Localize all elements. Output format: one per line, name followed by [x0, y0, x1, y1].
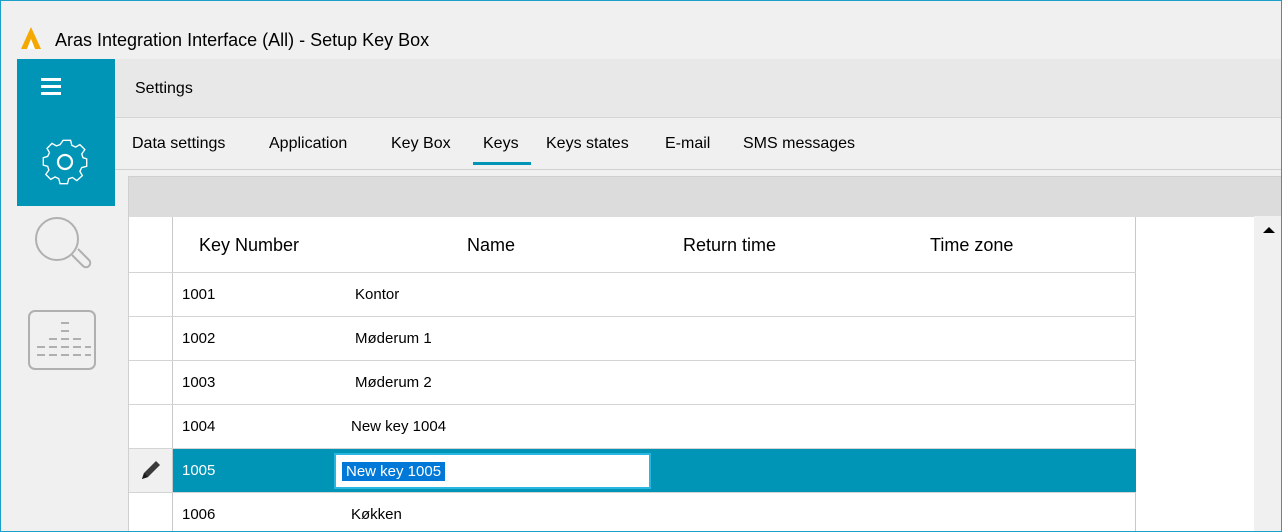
title-bar: Aras Integration Interface (All) - Setup…: [1, 1, 1281, 59]
table-row[interactable]: 1001 Kontor: [129, 272, 1136, 317]
column-header-name[interactable]: Name: [467, 235, 515, 256]
tab-keys-states[interactable]: Keys states: [546, 135, 629, 153]
sidebar: [17, 59, 115, 531]
column-header-key-number[interactable]: Key Number: [199, 235, 299, 256]
scroll-up-arrow-icon[interactable]: [1263, 227, 1275, 233]
sidebar-item-search[interactable]: [17, 211, 115, 289]
app-window: Aras Integration Interface (All) - Setup…: [0, 0, 1282, 532]
aras-logo-icon: [21, 27, 41, 49]
key-name-cell[interactable]: Møderum 1: [355, 330, 432, 347]
row-header[interactable]: [129, 493, 173, 531]
key-name-cell[interactable]: Køkken: [351, 506, 402, 523]
table-row[interactable]: 1006 Køkken: [129, 492, 1136, 531]
key-name-cell[interactable]: Møderum 2: [355, 374, 432, 391]
settings-tabs: Data settings Application Key Box Keys K…: [115, 118, 1281, 170]
breadcrumb: Settings: [135, 80, 193, 97]
column-header-return-time[interactable]: Return time: [683, 235, 776, 256]
search-icon: [35, 217, 92, 269]
table-row[interactable]: 1004 New key 1004: [129, 404, 1136, 449]
table-row[interactable]: 1002 Møderum 1: [129, 316, 1136, 361]
key-name-cell[interactable]: New key 1004: [351, 418, 446, 435]
row-header[interactable]: [129, 361, 173, 405]
vertical-scrollbar[interactable]: [1254, 216, 1281, 531]
row-header[interactable]: [129, 449, 173, 493]
key-number-cell[interactable]: 1002: [182, 330, 215, 347]
key-number-cell[interactable]: 1001: [182, 286, 215, 303]
sidebar-item-report[interactable]: [17, 297, 115, 377]
row-header[interactable]: [129, 273, 173, 317]
gear-icon: [42, 139, 88, 185]
hamburger-menu-icon: [41, 85, 61, 88]
tab-key-box[interactable]: Key Box: [391, 135, 451, 153]
key-number-cell[interactable]: 1004: [182, 418, 215, 435]
keys-grid[interactable]: Key Number Name Return time Time zone 10…: [129, 217, 1136, 531]
pencil-edit-icon: [142, 461, 160, 479]
key-name-edit-field[interactable]: New key 1005: [334, 453, 651, 489]
key-number-cell[interactable]: 1005: [182, 462, 215, 479]
hamburger-menu-icon: [41, 92, 61, 95]
row-header[interactable]: [129, 317, 173, 361]
key-name-selected-text[interactable]: New key 1005: [342, 462, 446, 481]
column-header-time-zone[interactable]: Time zone: [930, 235, 1013, 256]
table-row-selected[interactable]: 1005 New key 1005: [129, 448, 1136, 493]
tab-e-mail[interactable]: E-mail: [665, 135, 710, 153]
window-title: Aras Integration Interface (All) - Setup…: [55, 30, 430, 50]
keys-panel: Key Number Name Return time Time zone 10…: [128, 176, 1281, 531]
hamburger-menu-icon: [41, 78, 61, 81]
tab-application[interactable]: Application: [269, 135, 347, 153]
row-header[interactable]: [129, 405, 173, 449]
tab-keys[interactable]: Keys: [473, 135, 531, 165]
tab-sms-messages[interactable]: SMS messages: [743, 135, 855, 153]
key-number-cell[interactable]: 1003: [182, 374, 215, 391]
sidebar-item-settings[interactable]: [17, 118, 115, 206]
tab-data-settings[interactable]: Data settings: [132, 135, 225, 153]
breadcrumb-bar: Settings: [115, 59, 1281, 118]
hamburger-menu-button[interactable]: [17, 59, 115, 118]
key-number-cell[interactable]: 1006: [182, 506, 215, 523]
report-icon: [28, 310, 96, 370]
table-row[interactable]: 1003 Møderum 2: [129, 360, 1136, 405]
key-name-cell[interactable]: Kontor: [355, 286, 399, 303]
grid-toolbar-band: [129, 177, 1281, 217]
